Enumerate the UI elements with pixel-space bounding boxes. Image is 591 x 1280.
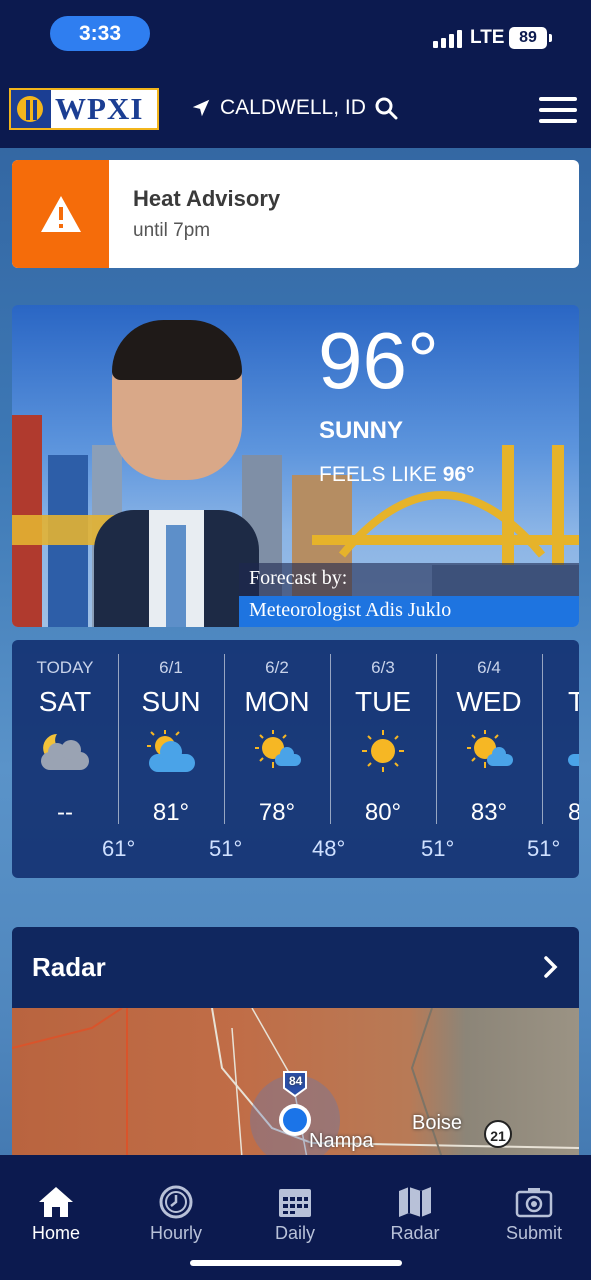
day-date: 6/1 — [159, 658, 183, 677]
meteorologist-photo — [94, 320, 259, 627]
logo-text: WPXI — [55, 91, 144, 126]
tab-label: Daily — [274, 1223, 315, 1243]
location-label: CALDWELL, ID — [220, 96, 366, 119]
map-city-label: Boise — [412, 1112, 463, 1134]
day-low: 51° — [421, 836, 455, 861]
warning-icon — [12, 160, 109, 268]
meteorologist-name: Meteorologist Adis Juklo — [239, 596, 579, 627]
network-type: LTE — [470, 27, 505, 48]
status-time: 3:33 — [50, 16, 150, 51]
day-name: SUN — [141, 686, 201, 717]
day-high: 80° — [364, 799, 402, 826]
clock-icon — [159, 1185, 193, 1219]
day-name: MON — [244, 686, 310, 717]
radar-map[interactable]: 84 Nampa Boise 21 — [12, 1008, 579, 1158]
calendar-icon — [279, 1189, 311, 1217]
sun-icon — [362, 730, 404, 772]
forecast-by-label: Forecast by: — [239, 563, 579, 596]
app-header: 3:33 LTE 89 WPXI CALDWELL, ID — [0, 0, 591, 148]
forecast-day[interactable]: TODAY SAT -- — [12, 640, 118, 826]
partly-cloudy-icon — [147, 730, 195, 772]
feels-like-label: FEELS LIKE — [319, 463, 437, 486]
current-temperature: 96° — [318, 316, 439, 405]
map-route-marker: 21 — [484, 1120, 512, 1148]
mostly-sunny-icon — [568, 754, 579, 766]
map-icon — [399, 1187, 431, 1217]
advisory-title: Heat Advisory — [133, 186, 281, 211]
forecast-day[interactable]: 6/3 TUE 80° — [330, 640, 436, 826]
current-conditions-card[interactable]: 96° SUNNY FEELS LIKE 96° Forecast by: Me… — [12, 305, 579, 627]
day-low: 51° — [527, 836, 561, 861]
moon-cloud-icon — [41, 734, 89, 770]
mostly-sunny-icon — [255, 730, 301, 768]
daily-forecast-strip[interactable]: TODAY SAT -- 6/1 SUN 81° 6/2 MON 78° 6/3… — [12, 640, 579, 878]
hamburger-menu-icon[interactable] — [539, 97, 577, 123]
day-low: 61° — [102, 836, 136, 861]
camera-icon — [515, 1188, 553, 1218]
location-arrow-icon — [192, 99, 210, 117]
search-icon[interactable] — [374, 96, 398, 120]
day-high: 81° — [152, 799, 190, 826]
location-selector[interactable]: CALDWELL, ID — [190, 96, 398, 120]
day-name: T — [568, 686, 579, 717]
battery-icon: 89 — [509, 27, 552, 49]
day-high: 8 — [568, 799, 579, 825]
forecast-day[interactable]: 6/1 SUN 81° — [118, 640, 224, 826]
forecast-day[interactable]: 6/2 MON 78° — [224, 640, 330, 826]
forecast-day[interactable]: T 8 — [542, 640, 579, 825]
tab-hourly[interactable]: Hourly — [126, 1185, 226, 1244]
day-high: 83° — [470, 799, 508, 826]
day-name: TUE — [355, 686, 411, 717]
day-date: 6/3 — [371, 658, 395, 677]
tab-label: Home — [31, 1223, 80, 1243]
tab-label: Submit — [505, 1223, 563, 1243]
home-icon — [39, 1187, 73, 1217]
mostly-sunny-icon — [467, 730, 513, 768]
tab-submit[interactable]: Submit — [484, 1185, 584, 1244]
signal-icon — [433, 30, 462, 48]
radar-section-header[interactable]: Radar — [12, 927, 579, 1008]
day-low: 51° — [209, 836, 243, 861]
home-indicator — [190, 1260, 402, 1266]
forecast-day[interactable]: 6/4 WED 83° — [436, 640, 542, 826]
tab-daily[interactable]: Daily — [245, 1185, 345, 1244]
tab-label: Hourly — [149, 1223, 202, 1243]
day-high: -- — [57, 799, 73, 826]
radar-title: Radar — [32, 952, 106, 982]
advisory-subtitle: until 7pm — [133, 220, 211, 241]
feels-like: FEELS LIKE 96° — [319, 463, 475, 487]
map-highway-label: 84 — [289, 1074, 303, 1088]
current-condition: SUNNY — [319, 417, 404, 444]
map-city-label: Nampa — [309, 1130, 374, 1152]
day-date — [568, 658, 579, 678]
day-name: SAT — [38, 686, 92, 717]
day-low: 48° — [312, 836, 346, 861]
chevron-right-icon[interactable] — [543, 955, 559, 979]
tab-home[interactable]: Home — [6, 1185, 106, 1244]
tab-radar[interactable]: Radar — [365, 1185, 465, 1244]
tab-label: Radar — [390, 1223, 440, 1243]
heat-advisory-banner[interactable]: Heat Advisory until 7pm — [12, 160, 579, 268]
logo-mark-icon — [11, 90, 51, 128]
day-date: 6/2 — [265, 658, 289, 677]
day-high: 78° — [258, 799, 296, 826]
feels-like-value: 96° — [442, 463, 475, 486]
day-name: WED — [456, 686, 522, 717]
day-date: TODAY — [36, 658, 94, 677]
day-date: 6/4 — [477, 658, 501, 677]
station-logo[interactable]: WPXI — [9, 88, 159, 130]
